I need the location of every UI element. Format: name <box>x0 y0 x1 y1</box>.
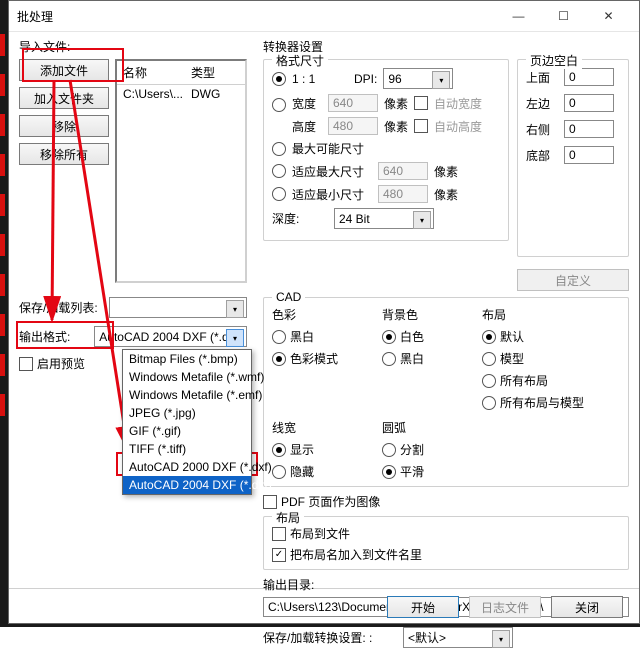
enable-preview-checkbox[interactable]: 启用预览 <box>19 355 109 372</box>
add-file-button[interactable]: 添加文件 <box>19 59 109 81</box>
enable-preview-label: 启用预览 <box>37 355 85 372</box>
margin-bottom-input[interactable] <box>564 146 614 164</box>
close-window-button[interactable]: ✕ <box>586 1 631 31</box>
layout-name-to-file-checkbox[interactable]: 把布局名加入到文件名里 <box>272 546 620 563</box>
layout-default-radio[interactable]: 默认 <box>482 328 584 345</box>
bg-white-radio[interactable]: 白色 <box>382 328 452 345</box>
minimize-button[interactable]: — <box>496 1 541 31</box>
dpi-label: DPI: <box>354 72 377 86</box>
cell-type: DWG <box>185 85 237 103</box>
cell-name[interactable]: C:\Users\... <box>117 85 185 103</box>
dpi-select[interactable]: 96▾ <box>383 68 453 89</box>
fit-min-input[interactable] <box>378 185 428 203</box>
height-input[interactable] <box>328 117 378 135</box>
table-row: C:\Users\... DWG <box>117 85 245 103</box>
arc-seg-radio[interactable]: 分割 <box>382 441 452 458</box>
col-name[interactable]: 名称 <box>117 61 185 84</box>
add-folder-button[interactable]: 加入文件夹 <box>19 87 109 109</box>
col-type[interactable]: 类型 <box>185 61 237 84</box>
dropdown-item[interactable]: AutoCAD 2000 DXF (*.dxf) <box>123 458 251 476</box>
output-format-select[interactable]: AutoCAD 2004 DXF (*.dxf) ▾ <box>94 326 247 347</box>
save-load-list-label: 保存/加载列表: <box>19 299 109 316</box>
chevron-down-icon: ▾ <box>413 211 431 229</box>
batch-dialog: 批处理 — ☐ ✕ 导入文件: 添加文件 加入文件夹 移除 移除所有 名称 类型 <box>8 0 640 624</box>
dropdown-item-selected[interactable]: AutoCAD 2004 DXF (*.dxf) <box>123 476 251 494</box>
fit-max-radio[interactable] <box>272 164 286 178</box>
layout-all-radio[interactable]: 所有布局 <box>482 372 584 389</box>
dropdown-item[interactable]: Bitmap Files (*.bmp) <box>123 350 251 368</box>
margins-group: 页边空白 上面 左边 右侧 底部 <box>517 59 629 257</box>
output-format-dropdown[interactable]: Bitmap Files (*.bmp) Windows Metafile (*… <box>122 349 252 495</box>
dropdown-item[interactable]: Windows Metafile (*.emf) <box>123 386 251 404</box>
output-format-value: AutoCAD 2004 DXF (*.dxf) <box>99 330 242 344</box>
width-input[interactable] <box>328 94 378 112</box>
margin-top-input[interactable] <box>564 68 614 86</box>
ratio-1-1-radio[interactable] <box>272 72 286 86</box>
dropdown-item[interactable]: Windows Metafile (*.wmf) <box>123 368 251 386</box>
margin-left-input[interactable] <box>564 94 614 112</box>
output-format-label: 输出格式: <box>19 328 94 345</box>
width-height-radio[interactable] <box>272 98 286 112</box>
margin-right-input[interactable] <box>564 120 614 138</box>
bg-black-radio[interactable]: 黑白 <box>382 350 452 367</box>
cad-group: CAD 色彩 黑白 色彩模式 背景色 白色 黑白 布 <box>263 297 629 487</box>
remove-all-button[interactable]: 移除所有 <box>19 143 109 165</box>
fit-max-input[interactable] <box>378 162 428 180</box>
maximize-button[interactable]: ☐ <box>541 1 586 31</box>
titlebar[interactable]: 批处理 — ☐ ✕ <box>9 1 639 32</box>
color-bw-radio[interactable]: 黑白 <box>272 328 352 345</box>
layout-model-radio[interactable]: 模型 <box>482 350 584 367</box>
dropdown-item[interactable]: TIFF (*.tiff) <box>123 440 251 458</box>
close-button[interactable]: 关闭 <box>551 596 623 618</box>
pdf-page-image-checkbox[interactable]: PDF 页面作为图像 <box>263 493 629 510</box>
arc-smooth-radio[interactable]: 平滑 <box>382 463 452 480</box>
start-button[interactable]: 开始 <box>387 596 459 618</box>
dropdown-item[interactable]: GIF (*.gif) <box>123 422 251 440</box>
layout-to-file-checkbox[interactable]: 布局到文件 <box>272 525 620 542</box>
save-load-conv-select[interactable]: <默认>▾ <box>403 627 513 648</box>
import-file-label: 导入文件: <box>19 38 247 55</box>
log-file-button: 日志文件 <box>469 596 541 618</box>
auto-width-checkbox[interactable] <box>414 96 428 110</box>
depth-select[interactable]: 24 Bit▾ <box>334 208 434 229</box>
dropdown-item[interactable]: JPEG (*.jpg) <box>123 404 251 422</box>
color-model-radio[interactable]: 色彩模式 <box>272 350 352 367</box>
max-possible-radio[interactable] <box>272 142 286 156</box>
format-size-group: 格式尺寸 1 : 1 DPI: 96▾ <box>263 59 509 241</box>
auto-height-checkbox[interactable] <box>414 119 428 133</box>
chevron-down-icon: ▾ <box>226 300 244 318</box>
remove-button[interactable]: 移除 <box>19 115 109 137</box>
chevron-down-icon: ▾ <box>226 329 244 347</box>
chevron-down-icon: ▾ <box>432 71 450 89</box>
lw-hide-radio[interactable]: 隐藏 <box>272 463 352 480</box>
layout-all-model-radio[interactable]: 所有布局与模型 <box>482 394 584 411</box>
save-load-list-select[interactable]: ▾ <box>109 297 247 318</box>
ratio-1-1-label: 1 : 1 <box>292 72 348 86</box>
custom-button: 自定义 <box>517 269 629 291</box>
lw-show-radio[interactable]: 显示 <box>272 441 352 458</box>
window-title: 批处理 <box>17 8 496 25</box>
checkbox-icon <box>19 357 33 371</box>
file-list[interactable]: 名称 类型 C:\Users\... DWG <box>115 59 247 283</box>
chevron-down-icon: ▾ <box>492 630 510 648</box>
fit-min-radio[interactable] <box>272 187 286 201</box>
format-size-title: 格式尺寸 <box>272 52 328 69</box>
output-dir-label: 输出目录: <box>263 576 629 593</box>
layout-group: 布局 布局到文件 把布局名加入到文件名里 <box>263 516 629 570</box>
